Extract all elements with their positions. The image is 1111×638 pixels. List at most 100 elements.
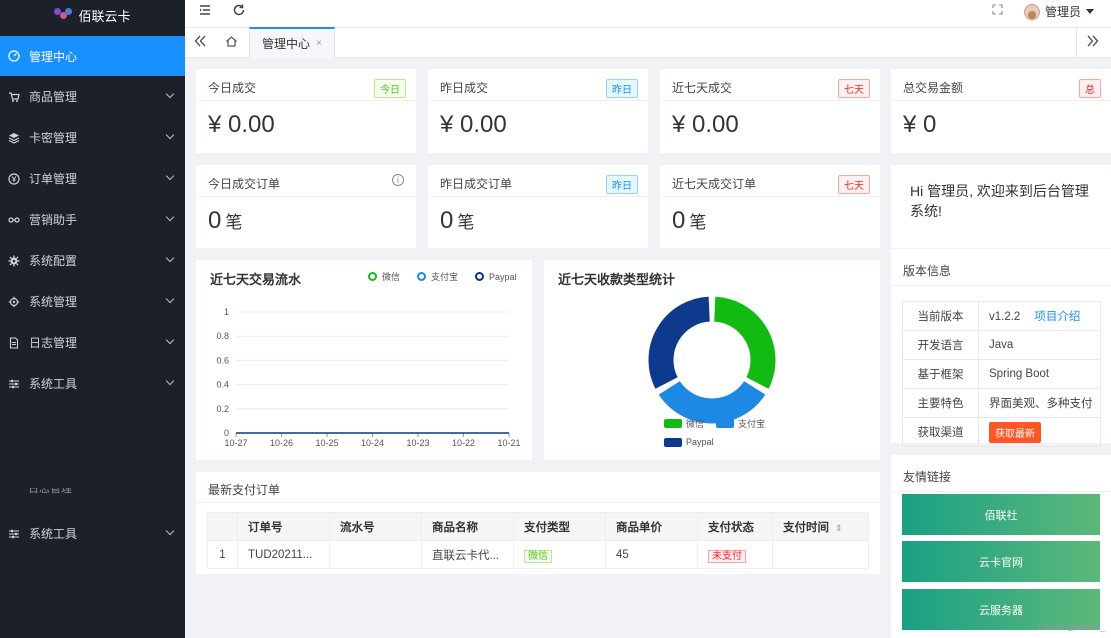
user-name: 管理员 bbox=[1044, 5, 1081, 19]
chevron-down-icon bbox=[165, 526, 175, 536]
fullscreen-icon[interactable] bbox=[992, 4, 1003, 18]
top-bar: 管理员 bbox=[185, 0, 1111, 27]
chevron-down-icon bbox=[165, 212, 175, 222]
legend-label[interactable]: Paypal bbox=[686, 437, 714, 447]
column-header-sortable[interactable]: 支付时间 ⇕ bbox=[772, 512, 869, 541]
sidebar-item-config[interactable]: 系统配置 bbox=[0, 240, 185, 281]
x-tick-label: 10-26 bbox=[270, 438, 293, 448]
serial-no bbox=[329, 540, 422, 569]
sidebar-item-logs[interactable]: 日志管理 bbox=[0, 322, 185, 363]
column-header: 商品名称 bbox=[421, 512, 514, 541]
sidebar-item-dashboard[interactable]: 管理中心 bbox=[0, 36, 185, 76]
legend-marker bbox=[664, 437, 682, 447]
stat-value: ¥ 0.00 bbox=[440, 111, 507, 138]
logo-text: 佰联云卡 bbox=[78, 8, 131, 24]
tab-dashboard[interactable]: 管理中心 × bbox=[249, 27, 335, 58]
double-right-icon[interactable] bbox=[1087, 34, 1099, 51]
sidebar-item-marketing[interactable]: 营销助手 bbox=[0, 199, 185, 240]
order-card-seven-days: 近七天成交订单 七天 0笔 bbox=[660, 165, 880, 248]
friend-link-button[interactable]: 佰联社 bbox=[902, 494, 1100, 535]
chevron-down-icon bbox=[165, 89, 175, 99]
close-icon[interactable]: × bbox=[316, 38, 322, 49]
stat-value: 0笔 bbox=[208, 207, 243, 234]
stat-label: 总交易金额 bbox=[903, 81, 964, 95]
y-tick-label: 0.2 bbox=[216, 404, 229, 414]
version-card: 版本信息 当前版本 v1.2.2 项目介绍 开发语言 Java 基于框架 Spri… bbox=[891, 249, 1111, 447]
sidebar-item-orders[interactable]: 订单管理 bbox=[0, 158, 185, 199]
stat-label: 今日成交 bbox=[208, 81, 257, 95]
logo[interactable]: 佰联云卡 bbox=[0, 0, 185, 30]
version-key: 当前版本 bbox=[902, 301, 979, 331]
user-menu[interactable]: 管理员 bbox=[1023, 3, 1094, 20]
column-header bbox=[207, 512, 238, 541]
get-latest-button[interactable]: 获取最新 bbox=[989, 421, 1041, 443]
chevron-down-icon bbox=[165, 376, 175, 386]
legend-label[interactable]: 支付宝 bbox=[738, 417, 765, 430]
refresh-icon[interactable] bbox=[232, 3, 246, 21]
order-card-yesterday: 昨日成交订单 昨日 0笔 bbox=[428, 165, 648, 248]
y-tick-label: 0.4 bbox=[216, 380, 229, 390]
stat-value: ¥ 0.00 bbox=[208, 111, 275, 138]
table-row[interactable]: 1 TUD20211... 直联云卡代... 微信 45 未支付 bbox=[207, 540, 869, 569]
legend-label[interactable]: 微信 bbox=[686, 417, 704, 430]
column-header: 流水号 bbox=[329, 512, 422, 541]
stat-badge: 七天 bbox=[838, 175, 870, 194]
line-chart-card: 近七天交易流水 微信 支付宝 Paypal 0 0.2 0.4 0.6 0.8 1 10-2… bbox=[196, 260, 532, 460]
stat-badge: 昨日 bbox=[606, 175, 638, 194]
stat-label: 近七天成交 bbox=[672, 81, 733, 95]
x-tick-label: 10-27 bbox=[224, 438, 247, 448]
pie-chart-card: 近七天收款类型统计 微信 支付宝 Paypal bbox=[544, 260, 880, 460]
y-tick-label: 1 bbox=[224, 307, 229, 317]
sort-icon[interactable]: ⇕ bbox=[835, 523, 843, 533]
cart-icon bbox=[8, 91, 20, 103]
sidebar-item-label: 卡密管理 bbox=[29, 131, 78, 145]
donut-chart bbox=[647, 295, 777, 425]
sidebar-item-products[interactable]: 商品管理 bbox=[0, 76, 185, 117]
stat-value: ¥ 0.00 bbox=[672, 111, 739, 138]
sidebar-item-label: 订单管理 bbox=[29, 172, 78, 186]
version-value: Spring Boot bbox=[978, 359, 1101, 389]
stat-badge: 今日 bbox=[374, 79, 406, 98]
info-icon[interactable]: i bbox=[392, 174, 404, 186]
chevron-down-icon bbox=[165, 130, 175, 140]
sidebar-item-tools-duplicate[interactable]: 系统工具 bbox=[0, 513, 185, 554]
project-intro-link[interactable]: 项目介绍 bbox=[1034, 311, 1080, 323]
legend-marker bbox=[716, 419, 735, 428]
sidebar-item-tools[interactable]: 系统工具 bbox=[0, 363, 185, 404]
column-header: 商品单价 bbox=[605, 512, 698, 541]
table-header-row: 订单号 流水号 商品名称 支付类型 商品单价 支付状态 支付时间 ⇕ bbox=[207, 512, 869, 541]
stat-badge: 总 bbox=[1079, 79, 1101, 98]
dashboard-icon bbox=[8, 50, 20, 62]
donut-slice-Paypal bbox=[647, 295, 711, 390]
panel-title: 最新支付订单 bbox=[208, 483, 281, 497]
sliders-icon bbox=[8, 528, 20, 540]
link-icon bbox=[8, 214, 20, 226]
table-row: 基于框架 Spring Boot bbox=[902, 359, 1101, 389]
home-icon[interactable] bbox=[225, 35, 238, 48]
pay-status-cell: 未支付 bbox=[697, 540, 773, 569]
y-tick-label: 0 bbox=[224, 428, 229, 438]
document-icon bbox=[8, 336, 20, 349]
chart-legend: Paypal bbox=[664, 437, 714, 447]
menu-fold-icon[interactable] bbox=[198, 3, 212, 21]
sidebar-item-cards[interactable]: 卡密管理 bbox=[0, 117, 185, 158]
version-key: 主要特色 bbox=[902, 388, 979, 418]
stat-card-today: 今日成交 今日 ¥ 0.00 bbox=[196, 69, 416, 153]
stat-card-yesterday: 昨日成交 昨日 ¥ 0.00 bbox=[428, 69, 648, 153]
sidebar-item-label: 系统工具 bbox=[29, 377, 78, 391]
double-left-icon[interactable] bbox=[194, 34, 206, 51]
column-header: 支付类型 bbox=[513, 512, 606, 541]
unit-price: 45 bbox=[605, 540, 698, 569]
version-value-cell: 获取最新 bbox=[978, 417, 1101, 447]
friend-link-button[interactable]: 云卡官网 bbox=[902, 541, 1100, 582]
settings-icon bbox=[8, 296, 20, 308]
chevron-down-icon bbox=[165, 335, 175, 345]
sidebar-item-system[interactable]: 系统管理 bbox=[0, 281, 185, 322]
column-header: 订单号 bbox=[237, 512, 330, 541]
version-key: 基于框架 bbox=[902, 359, 979, 389]
gear-icon bbox=[8, 255, 20, 267]
table-row: 获取渠道 获取最新 bbox=[902, 417, 1101, 447]
panel-title: 版本信息 bbox=[903, 264, 952, 278]
sidebar-item-label: 系统工具 bbox=[29, 527, 78, 541]
stat-card-seven-days: 近七天成交 七天 ¥ 0.00 bbox=[660, 69, 880, 153]
